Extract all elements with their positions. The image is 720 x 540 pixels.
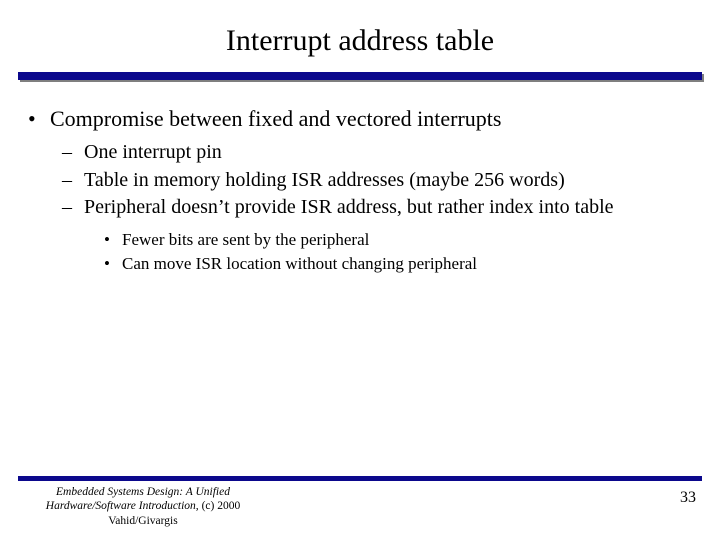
bullet-level2: – Table in memory holding ISR addresses … <box>20 168 700 194</box>
footer-row: Embedded Systems Design: A Unified Hardw… <box>18 485 702 528</box>
bullet-text: Compromise between fixed and vectored in… <box>50 106 501 132</box>
bullet-level2: – Peripheral doesn’t provide ISR address… <box>20 195 700 221</box>
content-area: • Compromise between fixed and vectored … <box>0 80 720 275</box>
dash-marker: – <box>62 195 84 221</box>
bullet-level3: • Can move ISR location without changing… <box>20 253 700 275</box>
footer-citation: Embedded Systems Design: A Unified Hardw… <box>18 485 268 528</box>
bullet-text: Table in memory holding ISR addresses (m… <box>84 168 565 194</box>
footer-line2-italic: Hardware/Software Introduction, <box>46 500 202 512</box>
dash-marker: – <box>62 168 84 194</box>
slide: Interrupt address table • Compromise bet… <box>0 0 720 540</box>
footer-divider <box>18 476 702 481</box>
page-number: 33 <box>680 485 702 507</box>
sub-bullets: • Fewer bits are sent by the peripheral … <box>20 229 700 275</box>
bullet-level1: • Compromise between fixed and vectored … <box>20 106 700 132</box>
bullet-text: One interrupt pin <box>84 140 222 166</box>
bullet-level2: – One interrupt pin <box>20 140 700 166</box>
bullet-text: Fewer bits are sent by the peripheral <box>122 229 369 251</box>
bullet-marker: • <box>104 229 122 251</box>
bullet-marker: • <box>28 106 50 132</box>
footer-line1: Embedded Systems Design: A Unified <box>56 486 230 498</box>
bullet-level3: • Fewer bits are sent by the peripheral <box>20 229 700 251</box>
bullet-text: Peripheral doesn’t provide ISR address, … <box>84 195 614 221</box>
title-divider <box>18 72 702 80</box>
footer: Embedded Systems Design: A Unified Hardw… <box>0 476 720 528</box>
dash-marker: – <box>62 140 84 166</box>
bullet-marker: • <box>104 253 122 275</box>
bullet-text: Can move ISR location without changing p… <box>122 253 477 275</box>
slide-title: Interrupt address table <box>0 0 720 72</box>
